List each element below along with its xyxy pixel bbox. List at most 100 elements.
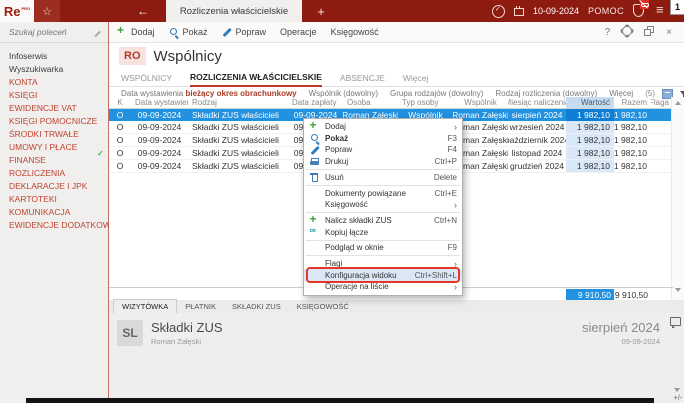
connection-status[interactable] <box>633 4 644 19</box>
printer-icon <box>310 157 320 167</box>
toolbar-dodaj-button[interactable]: Dodaj <box>117 27 155 37</box>
calendar-icon[interactable] <box>514 6 524 16</box>
col-header-rodzaj[interactable]: Rodzaj <box>188 97 288 108</box>
cell-wartość: 1 982,10 <box>566 147 614 159</box>
tab-absencje[interactable]: ABSENCJE <box>340 73 385 86</box>
menu-item-pokaż[interactable]: PokażF3 <box>304 133 462 145</box>
toolbar-label: Księgowość <box>331 27 379 37</box>
cell-miesiąc-naliczenia: grudzień 2024 <box>508 160 566 172</box>
cell-k: O <box>109 121 131 133</box>
search-input[interactable] <box>7 26 89 38</box>
submenu-arrow-icon: › <box>454 260 457 268</box>
col-header-flaga[interactable]: Flaga <box>651 97 673 108</box>
menu-item-konfiguracja-widoku[interactable]: Konfiguracja widokuCtrl+Shift+L <box>304 269 462 281</box>
col-header-typ-osoby[interactable]: Typ osoby <box>398 97 453 108</box>
pencil-icon <box>310 145 320 155</box>
sidebar-item-ewidencje-vat[interactable]: EWIDENCJE VAT <box>0 102 108 115</box>
close-icon[interactable]: × <box>666 27 672 38</box>
menu-item-podgląd-w-oknie[interactable]: Podgląd w oknieF9 <box>304 242 462 254</box>
menu-item-operacje-na-liście[interactable]: Operacje na liście› <box>304 281 462 293</box>
panel-resize-control[interactable]: +/- <box>674 395 682 402</box>
restore-window-icon[interactable] <box>644 26 654 39</box>
toolbar-pokaż-button[interactable]: Pokaż <box>169 27 208 37</box>
col-header-wspólnik[interactable]: Wspólnik <box>453 97 508 108</box>
menu-item-kopiuj-łącze[interactable]: Kopiuj łącze <box>304 226 462 238</box>
new-tab-button[interactable]: + <box>312 0 330 22</box>
cell-wartość: 1 982,10 <box>566 109 614 121</box>
tab-rozliczenia-właścicielskie[interactable]: ROZLICZENIA WŁAŚCICIELSKIE <box>190 72 322 87</box>
table-scrollbar[interactable] <box>671 97 684 300</box>
cell-k: O <box>109 134 131 146</box>
sidebar-item-księgi[interactable]: KSIĘGI <box>0 89 108 102</box>
favorites-star-icon[interactable] <box>34 0 60 22</box>
col-header-miesiąc-naliczenia[interactable]: Miesiąc naliczenia <box>508 97 566 108</box>
sidebar-item-finanse[interactable]: FINANSE <box>0 154 108 167</box>
help-menu[interactable]: POMOC <box>588 6 624 16</box>
back-arrow-icon[interactable] <box>132 0 154 22</box>
settings-gear-icon[interactable] <box>622 26 632 39</box>
bottom-tab-wizytówka[interactable]: WIZYTÓWKA <box>113 299 177 313</box>
menu-item-flagi[interactable]: Flagi › <box>304 258 462 270</box>
pin-icon[interactable] <box>93 28 101 36</box>
sidebar-item-infoserwis[interactable]: Infoserwis <box>0 50 108 63</box>
menu-icon[interactable] <box>656 6 666 16</box>
cell-k: O <box>109 160 131 172</box>
filter-icon[interactable] <box>680 91 684 96</box>
col-header-razem[interactable]: Razem <box>614 97 651 108</box>
sidebar-item-wyszukiwarka[interactable]: Wyszukiwarka <box>0 63 108 76</box>
cell-razem: 1 982,10 <box>614 147 651 159</box>
sidebar-item-księgi-pomocnicze[interactable]: KSIĘGI POMOCNICZE <box>0 115 108 128</box>
command-search[interactable] <box>0 22 108 43</box>
col-header-k[interactable]: K <box>109 97 131 108</box>
open-tab[interactable]: Rozliczenia właścicielskie <box>166 0 302 22</box>
bottom-tabs: WIZYTÓWKAPŁATNIKSKŁADKI ZUSKSIĘGOWOŚĆ <box>109 300 684 314</box>
menu-item-label: Księgowość <box>325 200 450 209</box>
sidebar-item-rozliczenia[interactable]: ROZLICZENIA <box>0 167 108 180</box>
panel-scroll-down-icon[interactable] <box>674 388 680 392</box>
col-header-data-wystawienia[interactable]: Data wystawienia <box>131 97 188 108</box>
scroll-down-icon[interactable] <box>675 288 681 292</box>
sidebar-item-umowy-i-płace[interactable]: UMOWY I PŁACE <box>0 141 108 154</box>
bottom-tab-składki-zus[interactable]: SKŁADKI ZUS <box>224 300 289 313</box>
sidebar-item-komunikacja[interactable]: KOMUNIKACJA <box>0 206 108 219</box>
cell-wartość: 1 982,10 <box>566 134 614 146</box>
menu-shortcut: Ctrl+P <box>435 157 457 166</box>
menu-item-drukuj[interactable]: DrukujCtrl+P <box>304 156 462 168</box>
bottom-tab-płatnik[interactable]: PŁATNIK <box>177 300 224 313</box>
col-header-data-zapłaty[interactable]: Data zapłaty <box>288 97 343 108</box>
app-logo[interactable]: RePRO <box>0 0 34 22</box>
menu-item-popraw[interactable]: PoprawF4 <box>304 144 462 156</box>
menu-item-dokumenty-powiązane[interactable]: Dokumenty powiązaneCtrl+E <box>304 187 462 199</box>
sidebar-item-ewidencje-dodatkowe[interactable]: EWIDENCJE DODATKOWE <box>0 219 108 232</box>
cell-flaga <box>651 121 673 133</box>
notification-badge[interactable]: 1 <box>670 0 684 15</box>
scroll-up-icon[interactable] <box>675 101 681 105</box>
menu-item-dodaj[interactable]: Dodaj› <box>304 121 462 133</box>
toolbar-popraw-button[interactable]: Popraw <box>222 27 267 37</box>
window-controls: ?× <box>605 26 676 39</box>
current-date[interactable]: 10-09-2024 <box>533 6 579 16</box>
taskbar-strip <box>26 398 654 403</box>
menu-shortcut: Ctrl+Shift+L <box>415 271 457 280</box>
sidebar-item-deklaracje-i-jpk[interactable]: DEKLARACJE I JPK <box>0 180 108 193</box>
bottom-tab-księgowość[interactable]: KSIĘGOWOŚĆ <box>289 300 357 313</box>
toolbar-księgowość-button[interactable]: Księgowość <box>331 27 379 37</box>
tab-wspólnicy[interactable]: WSPÓLNICY <box>121 73 172 86</box>
col-header-wartość[interactable]: Wartość <box>566 97 614 108</box>
tab-więcej[interactable]: Więcej <box>403 73 429 86</box>
record-card: SL Składki ZUS Roman Załęski sierpień 20… <box>109 313 684 346</box>
sidebar-item-środki-trwałe[interactable]: ŚRODKI TRWAŁE <box>0 128 108 141</box>
sync-check-icon[interactable] <box>492 5 505 18</box>
card-main: Składki ZUS Roman Załęski <box>151 320 223 346</box>
menu-item-label: Dodaj <box>325 122 450 131</box>
menu-item-nalicz-składki-zus[interactable]: Nalicz składki ZUSCtrl+N <box>304 215 462 227</box>
menu-item-księgowość[interactable]: Księgowość› <box>304 199 462 211</box>
note-bubble-icon[interactable] <box>670 317 681 326</box>
sidebar-item-konta[interactable]: KONTA <box>0 76 108 89</box>
menu-item-usuń[interactable]: UsuńDelete <box>304 172 462 184</box>
toolbar-operacje-button[interactable]: Operacje <box>280 27 317 37</box>
menu-item-label: Flagi <box>325 259 450 268</box>
col-header-osoba[interactable]: Osoba <box>343 97 398 108</box>
help-icon[interactable]: ? <box>605 27 611 38</box>
sidebar-item-kartoteki[interactable]: KARTOTEKI <box>0 193 108 206</box>
